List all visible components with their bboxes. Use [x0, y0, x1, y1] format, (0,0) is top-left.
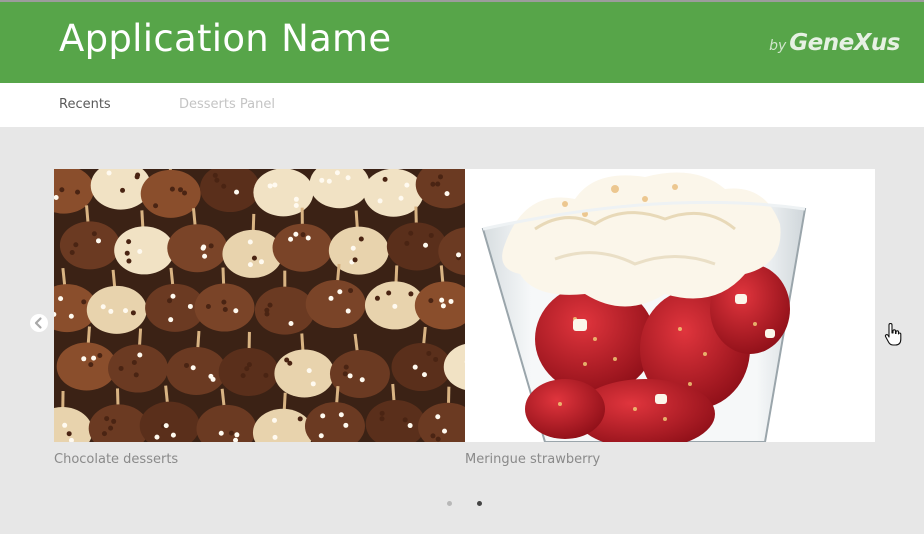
tab-recents[interactable]: Recents [59, 97, 111, 112]
chocolate-desserts-image[interactable] [54, 169, 465, 442]
genexus-logo: by GeneXus [769, 32, 900, 55]
carousel-caption-chocolate: Chocolate desserts [54, 452, 179, 467]
brand-name: GeneXus [789, 30, 900, 56]
carousel-dot-2[interactable] [477, 501, 482, 506]
carousel-caption-meringue: Meringue strawberry [465, 452, 601, 467]
hand-pointer-icon [884, 322, 902, 351]
app-title: Application Name [59, 17, 392, 60]
tab-bar: Recents Desserts Panel [0, 83, 924, 127]
meringue-strawberry-image[interactable] [465, 169, 875, 442]
app-header: Application Name by GeneXus [0, 0, 924, 83]
brand-by: by [769, 38, 787, 54]
tab-desserts-panel[interactable]: Desserts Panel [179, 97, 275, 112]
chevron-left-icon [34, 317, 42, 329]
carousel-prev-button[interactable] [30, 314, 48, 332]
carousel-dot-1[interactable] [447, 501, 452, 506]
